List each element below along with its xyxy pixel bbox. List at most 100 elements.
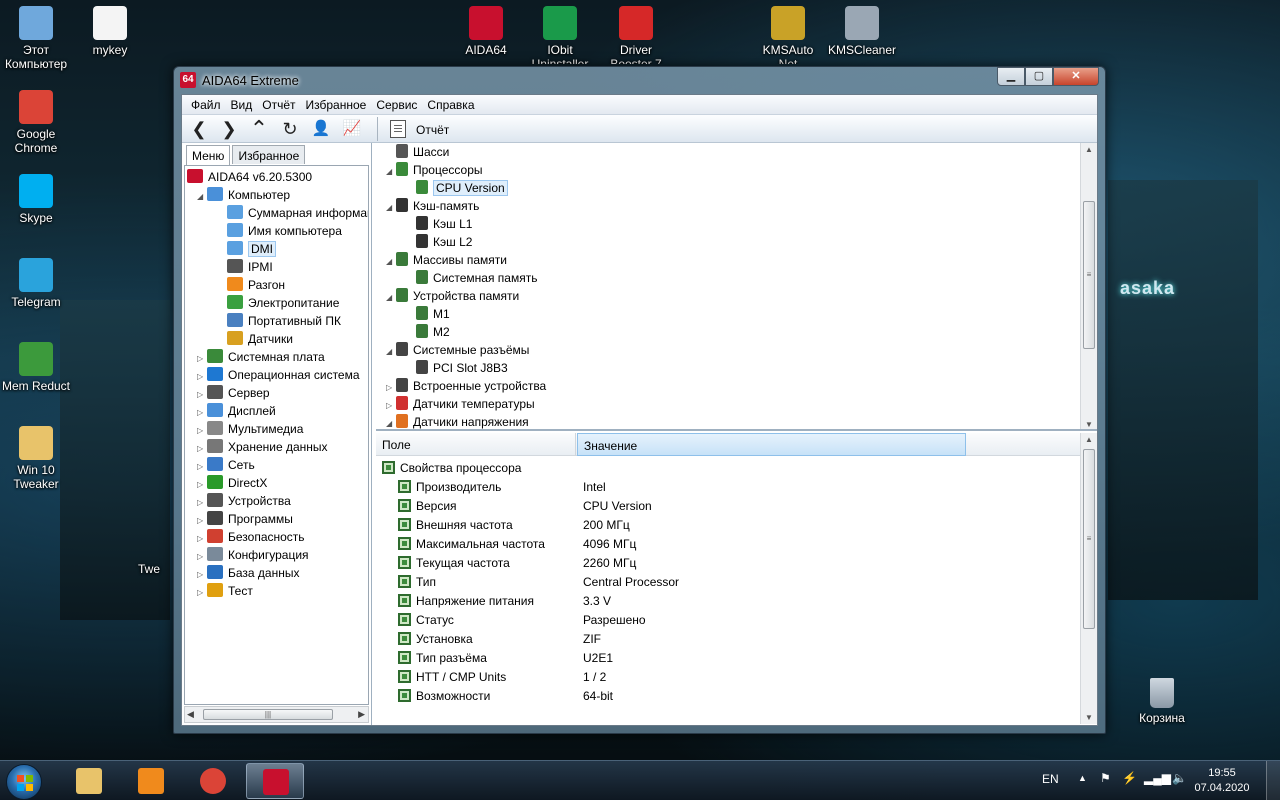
table-row[interactable]: Внешняя частота 200 МГц xyxy=(398,516,958,535)
tree-item[interactable]: CPU Version xyxy=(416,179,508,197)
tree-item[interactable]: ▷ DirectX xyxy=(197,474,267,492)
menu-item[interactable]: Сервис xyxy=(371,95,422,114)
tree-item[interactable]: IPMI xyxy=(217,258,273,276)
table-row[interactable]: Тип разъёма U2E1 xyxy=(398,649,958,668)
tree-item[interactable]: Датчики xyxy=(217,330,293,348)
tree-item[interactable]: Кэш L1 xyxy=(416,215,472,233)
scrollbar-thumb[interactable]: ≡ xyxy=(1083,201,1095,349)
up-icon[interactable]: ⌃ xyxy=(247,118,271,140)
horizontal-scrollbar[interactable]: ◀ ||| ▶ xyxy=(184,706,369,723)
tree-item[interactable]: Портативный ПК xyxy=(217,312,341,330)
table-row[interactable]: Тип Central Processor xyxy=(398,573,958,592)
tree-item[interactable]: ▷ Тест xyxy=(197,582,253,600)
chart-icon[interactable]: 📈 xyxy=(340,118,364,140)
taskbar-item-chrome[interactable] xyxy=(184,763,242,799)
start-button[interactable] xyxy=(6,764,42,800)
scrollbar-thumb[interactable]: ≡ xyxy=(1083,449,1095,629)
network-icon[interactable]: ▂▄▆ xyxy=(1144,771,1171,785)
tree-item[interactable]: M1 xyxy=(416,305,450,323)
desktop-icon-driverbooster[interactable]: Driver Booster 7 xyxy=(600,6,672,64)
tree-item[interactable]: Электропитание xyxy=(217,294,339,312)
tree-item[interactable]: ▷ Мультимедиа xyxy=(197,420,303,438)
tree-item[interactable]: Разгон xyxy=(217,276,285,294)
desktop-icon-telegram[interactable]: Telegram xyxy=(0,258,72,309)
tree-item[interactable]: ◢ Массивы памяти xyxy=(386,251,507,269)
language-indicator[interactable]: EN xyxy=(1042,772,1059,786)
clock[interactable]: 19:55 07.04.2020 xyxy=(1192,766,1252,796)
forward-icon[interactable]: ❯ xyxy=(217,118,241,140)
scroll-up-icon[interactable]: ▲ xyxy=(1081,435,1097,444)
tree-item[interactable]: ▷ Хранение данных xyxy=(197,438,328,456)
grid-group-row[interactable]: Свойства процессора xyxy=(382,459,521,478)
tree-item[interactable]: PCI Slot J8B3 xyxy=(416,359,508,377)
expander-icon[interactable]: ◢ xyxy=(386,289,396,307)
desktop-icon-memreduct[interactable]: Mem Reduct xyxy=(0,342,72,393)
back-icon[interactable]: ❮ xyxy=(187,118,211,140)
tree-item[interactable]: ▷ Программы xyxy=(197,510,293,528)
column-value-header[interactable]: Значение xyxy=(577,433,966,456)
flag-icon[interactable]: ⚑ xyxy=(1100,771,1111,785)
taskbar-item-explorer[interactable] xyxy=(60,763,118,799)
table-row[interactable]: Версия CPU Version xyxy=(398,497,958,516)
expander-icon[interactable]: ◢ xyxy=(197,188,207,206)
taskbar-item-aida64[interactable] xyxy=(246,763,304,799)
menu-item[interactable]: Отчёт xyxy=(257,95,300,114)
tree-item[interactable]: ▷ Сервер xyxy=(197,384,270,402)
tree-item[interactable]: ▷ Встроенные устройства xyxy=(386,377,546,395)
table-row[interactable]: Установка ZIF xyxy=(398,630,958,649)
table-row[interactable]: Производитель Intel xyxy=(398,478,958,497)
grid-scrollbar[interactable]: ▲ ≡ ▼ xyxy=(1080,433,1097,724)
tree-item[interactable]: ◢ Датчики напряжения xyxy=(386,413,529,429)
menu-item[interactable]: Справка xyxy=(422,95,479,114)
menu-item[interactable]: Избранное xyxy=(301,95,372,114)
minimize-button[interactable]: ▁ xyxy=(997,67,1025,86)
show-desktop-button[interactable] xyxy=(1266,761,1280,800)
tree-item[interactable]: ▷ Системная плата xyxy=(197,348,325,366)
power-icon[interactable]: ⚡ xyxy=(1122,771,1137,785)
menu-item[interactable]: Вид xyxy=(226,95,258,114)
tree-item[interactable]: ▷ База данных xyxy=(197,564,299,582)
tree-item[interactable]: ▷ Дисплей xyxy=(197,402,276,420)
scroll-up-icon[interactable]: ▲ xyxy=(1081,145,1097,154)
tree-item[interactable]: ▷ Конфигурация xyxy=(197,546,309,564)
tab-favorites[interactable]: Избранное xyxy=(232,145,306,164)
maximize-button[interactable]: ▢ xyxy=(1025,67,1053,86)
report-icon[interactable] xyxy=(390,120,406,138)
tree-item[interactable]: ◢ Устройства памяти xyxy=(386,287,519,305)
table-row[interactable]: Возможности 64-bit xyxy=(398,687,958,706)
tree-item[interactable]: ◢ Компьютер xyxy=(197,186,290,204)
expander-icon[interactable]: ◢ xyxy=(386,163,396,181)
scroll-down-icon[interactable]: ▼ xyxy=(1081,420,1097,429)
table-row[interactable]: Напряжение питания 3.3 V xyxy=(398,592,958,611)
tree-item[interactable]: Кэш L2 xyxy=(416,233,472,251)
scroll-down-icon[interactable]: ▼ xyxy=(1081,713,1097,722)
desktop-icon-aida64[interactable]: AIDA64 xyxy=(450,6,522,64)
desktop-icon-skype[interactable]: Skype xyxy=(0,174,72,225)
title-bar[interactable]: 64 AIDA64 Extreme ▁ ▢ ✕ xyxy=(174,67,1105,93)
expander-icon[interactable]: ◢ xyxy=(386,199,396,217)
volume-icon[interactable]: 🔈 xyxy=(1172,771,1187,785)
tree-item[interactable]: Суммарная информация xyxy=(217,204,368,222)
user-icon[interactable]: 👤 xyxy=(309,118,333,140)
tab-menu[interactable]: Меню xyxy=(186,145,231,165)
device-tree-scrollbar[interactable]: ▲ ≡ ▼ xyxy=(1080,143,1097,429)
table-row[interactable]: Максимальная частота 4096 МГц xyxy=(398,535,958,554)
refresh-icon[interactable]: ↻ xyxy=(278,118,302,140)
desktop-icon-file[interactable]: mykey xyxy=(74,6,146,57)
expander-icon[interactable]: ◢ xyxy=(386,343,396,361)
desktop-icon-computer[interactable]: Этот Компьютер xyxy=(0,6,72,71)
tree-item[interactable]: ▷ Датчики температуры xyxy=(386,395,535,413)
desktop-icon-iobit[interactable]: IObit Uninstaller xyxy=(524,6,596,64)
column-field-header[interactable]: Поле xyxy=(376,433,576,456)
table-row[interactable]: Статус Разрешено xyxy=(398,611,958,630)
menu-item[interactable]: Файл xyxy=(186,95,226,114)
tree-item[interactable]: M2 xyxy=(416,323,450,341)
desktop-icon-chrome[interactable]: Google Chrome xyxy=(0,90,72,155)
tree-item[interactable]: Шасси xyxy=(396,143,449,161)
recycle-bin[interactable]: Корзина xyxy=(1126,678,1198,725)
desktop-icon-kmscleaner[interactable]: KMSCleaner xyxy=(826,6,898,64)
scroll-left-icon[interactable]: ◀ xyxy=(187,707,194,722)
tree-item[interactable]: Системная память xyxy=(416,269,537,287)
tree-item[interactable]: ▷ Сеть xyxy=(197,456,255,474)
tree-item[interactable]: ◢ Системные разъёмы xyxy=(386,341,529,359)
